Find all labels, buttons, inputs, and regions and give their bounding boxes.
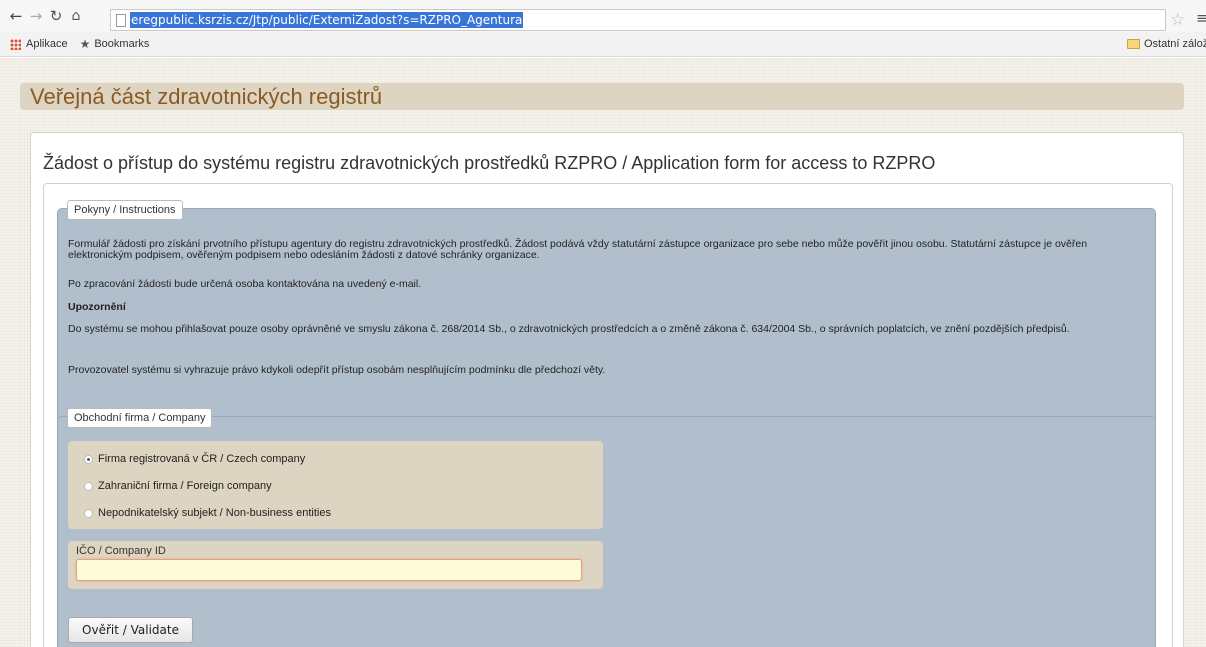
other-bookmarks[interactable]: Ostatní záložky xyxy=(1127,38,1206,50)
browser-toolbar: ← → ↻ ⌂ eregpublic.ksrzis.cz/Jtp/public/… xyxy=(0,0,1206,32)
instructions-paragraph-4: Provozovatel systému si vyhrazuje právo … xyxy=(68,364,606,376)
forward-arrow-icon[interactable]: → xyxy=(26,6,46,26)
folder-icon xyxy=(1127,39,1140,49)
home-icon[interactable]: ⌂ xyxy=(66,6,86,26)
radio-label: Zahraniční firma / Foreign company xyxy=(98,480,272,492)
bookmark-star-icon[interactable]: ☆ xyxy=(1170,10,1185,30)
reload-icon[interactable]: ↻ xyxy=(46,6,66,26)
form-title: Žádost o přístup do systému registru zdr… xyxy=(43,153,936,173)
instructions-paragraph-3: Do systému se mohou přihlašovat pouze os… xyxy=(68,323,1070,335)
radio-label: Firma registrovaná v ČR / Czech company xyxy=(98,453,306,465)
bookmarks-label: Bookmarks xyxy=(94,38,150,50)
menu-icon[interactable]: ≡ xyxy=(1196,9,1206,27)
radio-option-non-business[interactable]: Nepodnikatelský subjekt / Non-business e… xyxy=(84,507,331,519)
radio-button[interactable] xyxy=(84,481,93,491)
validate-button[interactable]: Ověřit / Validate xyxy=(68,617,193,643)
radio-option-foreign[interactable]: Zahraniční firma / Foreign company xyxy=(84,480,272,492)
radio-label: Nepodnikatelský subjekt / Non-business e… xyxy=(98,507,331,519)
bookmarks-folder[interactable]: ★ Bookmarks xyxy=(80,37,150,51)
url-text[interactable]: eregpublic.ksrzis.cz/Jtp/public/ExterniZ… xyxy=(130,12,524,28)
instructions-paragraph-1: Formulář žádosti pro získání prvotního p… xyxy=(68,238,1088,261)
site-title: Veřejná část zdravotnických registrů xyxy=(30,84,383,109)
apps-grid-icon xyxy=(10,38,21,50)
company-type-group: Firma registrovaná v ČR / Czech company … xyxy=(68,441,603,529)
page-content: Veřejná část zdravotnických registrů Žád… xyxy=(0,58,1206,647)
main-panel: Žádost o přístup do systému registru zdr… xyxy=(30,132,1184,647)
bookmarks-bar: Aplikace ★ Bookmarks Ostatní záložky xyxy=(0,32,1206,57)
radio-button[interactable] xyxy=(84,508,93,518)
company-id-group: IČO / Company ID xyxy=(68,541,603,589)
company-id-label: IČO / Company ID xyxy=(76,545,166,557)
company-fieldset: Obchodní firma / Company Firma registrov… xyxy=(57,408,1156,647)
instructions-fieldset: Pokyny / Instructions Formulář žádosti p… xyxy=(57,200,1156,424)
radio-button-checked[interactable] xyxy=(84,454,93,464)
apps-bookmark[interactable]: Aplikace xyxy=(10,38,68,50)
instructions-legend: Pokyny / Instructions xyxy=(67,200,183,220)
company-legend: Obchodní firma / Company xyxy=(67,408,213,428)
instructions-paragraph-2: Po zpracování žádosti bude určená osoba … xyxy=(68,278,422,290)
star-icon: ★ xyxy=(79,37,91,51)
form-frame: Pokyny / Instructions Formulář žádosti p… xyxy=(43,183,1173,647)
other-bookmarks-label: Ostatní záložky xyxy=(1144,38,1206,50)
site-header: Veřejná část zdravotnických registrů xyxy=(20,83,1184,110)
apps-label: Aplikace xyxy=(26,38,68,50)
address-bar[interactable]: eregpublic.ksrzis.cz/Jtp/public/ExterniZ… xyxy=(110,9,1166,31)
company-id-input[interactable] xyxy=(76,559,582,581)
back-arrow-icon[interactable]: ← xyxy=(6,6,26,26)
warning-heading: Upozornění xyxy=(68,301,126,313)
radio-option-czech[interactable]: Firma registrovaná v ČR / Czech company xyxy=(84,453,305,465)
page-icon xyxy=(116,13,126,27)
